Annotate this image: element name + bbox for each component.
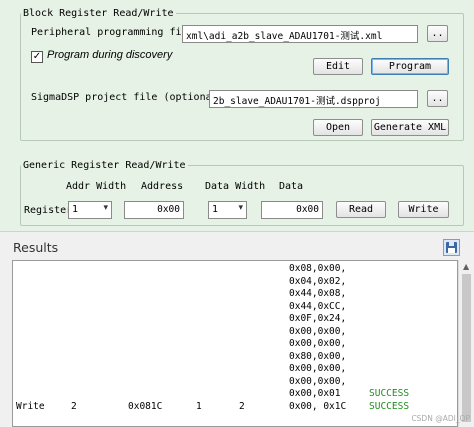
address-input[interactable]: 0x00 bbox=[124, 201, 184, 219]
register-label: Register bbox=[24, 205, 73, 216]
data-width-header: Data Width bbox=[205, 181, 266, 192]
result-data-line: 0x00,0x01 bbox=[289, 388, 341, 399]
results-log[interactable]: 0x08,0x00, 0x04,0x02, 0x44,0x08, 0x44,0x… bbox=[12, 260, 458, 427]
result-count: 2 bbox=[239, 401, 245, 412]
edit-button[interactable]: Edit bbox=[313, 58, 363, 75]
result-addr-width: 2 bbox=[71, 401, 77, 412]
register-panel: Block Register Read/Write Peripheral pro… bbox=[0, 0, 474, 232]
data-header: Data bbox=[279, 181, 304, 192]
addr-width-select[interactable]: 1 ▾ bbox=[68, 201, 112, 219]
generate-xml-button[interactable]: Generate XML bbox=[371, 119, 449, 136]
chevron-down-icon: ▾ bbox=[103, 203, 108, 213]
result-data-line: 0x0F,0x24, bbox=[289, 313, 347, 324]
results-scrollbar[interactable]: ▲ bbox=[458, 260, 474, 427]
result-status: SUCCESS bbox=[369, 401, 410, 412]
result-data-line: 0x00,0x00, bbox=[289, 338, 347, 349]
sigmadsp-project-label: SigmaDSP project file (optional) bbox=[31, 92, 224, 103]
result-data-line: 0x44,0xCC, bbox=[289, 300, 347, 312]
result-data-line: 0x04,0x02, bbox=[289, 275, 347, 287]
result-data-line: 0x00,0x00, bbox=[289, 375, 347, 387]
watermark: CSDN @ADI_OP bbox=[411, 414, 470, 423]
peripheral-browse-button[interactable]: .. bbox=[427, 25, 448, 42]
result-data-line: 0x44,0x08, bbox=[289, 288, 347, 299]
addr-width-value: 1 bbox=[72, 204, 79, 215]
result-data-line: 0x00,0x00, bbox=[289, 363, 347, 374]
result-status: SUCCESS bbox=[369, 388, 410, 399]
data-width-value: 1 bbox=[212, 204, 219, 215]
sigmadsp-project-input[interactable]: 2b_slave_ADAU1701-测试.dspproj bbox=[209, 90, 418, 108]
program-during-discovery-checkbox[interactable]: ✓ bbox=[31, 51, 43, 63]
scrollbar-thumb[interactable] bbox=[462, 274, 471, 422]
address-header: Address bbox=[141, 181, 184, 192]
peripheral-file-input[interactable]: xml\adi_a2b_slave_ADAU1701-测试.xml bbox=[182, 25, 418, 43]
data-input[interactable]: 0x00 bbox=[261, 201, 323, 219]
sigmadsp-browse-button[interactable]: .. bbox=[427, 90, 448, 107]
open-button[interactable]: Open bbox=[313, 119, 363, 136]
results-title: Results bbox=[13, 240, 59, 255]
addr-width-header: Addr Width bbox=[66, 181, 127, 192]
program-button[interactable]: Program bbox=[371, 58, 449, 75]
generic-register-legend: Generic Register Read/Write bbox=[23, 160, 186, 171]
result-op: Write bbox=[16, 401, 45, 412]
program-during-discovery-label: Program during discovery bbox=[47, 49, 173, 61]
scroll-up-icon[interactable]: ▲ bbox=[463, 262, 469, 271]
data-width-select[interactable]: 1 ▾ bbox=[208, 201, 247, 219]
peripheral-file-label: Peripheral programming file bbox=[31, 27, 194, 38]
result-data: 0x00, 0x1C bbox=[289, 401, 347, 412]
write-button[interactable]: Write bbox=[398, 201, 449, 218]
block-register-legend: Block Register Read/Write bbox=[23, 8, 174, 19]
result-data-line: 0x80,0x00, bbox=[289, 350, 347, 362]
result-data-line: 0x00,0x00, bbox=[289, 325, 347, 337]
save-icon[interactable] bbox=[443, 239, 460, 256]
result-address: 0x081C bbox=[128, 401, 163, 412]
results-header: Results bbox=[0, 238, 474, 258]
result-data-line: 0x08,0x00, bbox=[289, 263, 347, 274]
chevron-down-icon: ▾ bbox=[238, 203, 243, 213]
read-button[interactable]: Read bbox=[336, 201, 386, 218]
result-data-width: 1 bbox=[196, 401, 202, 412]
